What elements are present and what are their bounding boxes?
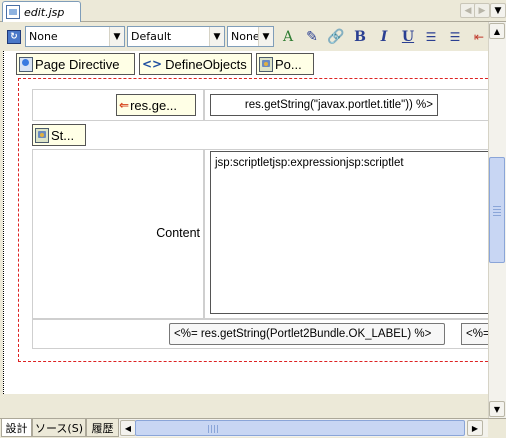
portlet-element-label: Po... <box>275 56 302 72</box>
content-textarea[interactable]: jsp:scriptletjsp:expressionjsp:scriptlet <box>210 151 492 314</box>
horizontal-scroll-thumb[interactable] <box>135 420 465 436</box>
jsp-file-icon <box>6 5 20 19</box>
font-family-select[interactable]: Default ▼ <box>127 26 225 47</box>
jsp-element-icon <box>35 127 49 143</box>
content-label: Content <box>156 226 200 240</box>
outdent-icon[interactable]: ⇤ <box>469 27 489 47</box>
scroll-left-icon[interactable]: ◀ <box>120 420 136 436</box>
resource-icon: ⇐ <box>119 98 130 112</box>
jsp-element-icon <box>259 56 273 72</box>
define-objects-button[interactable]: <> DefineObjects <box>139 53 252 75</box>
font-size-value: None <box>231 30 258 43</box>
canvas-footer <box>0 394 488 418</box>
ok-button-label: <%= res.getString(Portlet2Bundle.OK_LABE… <box>174 328 432 340</box>
numbered-list-icon[interactable]: ☰ <box>421 27 441 47</box>
bullet-list-icon[interactable]: ☰ <box>445 27 465 47</box>
resource-string-button[interactable]: ⇐ res.ge... <box>116 94 196 116</box>
bold-button[interactable]: B <box>350 27 370 47</box>
link-icon[interactable]: 🔗 <box>326 27 346 47</box>
page-directive-label: Page Directive <box>35 56 120 72</box>
scroll-right-icon[interactable]: ▶ <box>467 420 483 436</box>
next-expression-label: <%= <box>466 328 490 340</box>
tag-icon: <> <box>142 57 163 71</box>
text-color-icon[interactable]: A <box>278 27 298 47</box>
define-objects-label: DefineObjects <box>165 56 247 72</box>
tab-source[interactable]: ソース(S) <box>32 419 86 437</box>
tab-scroll-right-icon[interactable]: ▶ <box>474 3 490 18</box>
paragraph-style-select[interactable]: None ▼ <box>25 26 125 47</box>
editor-tab-edit-jsp[interactable]: edit.jsp <box>2 1 81 22</box>
refresh-view-icon[interactable]: ↻ <box>4 27 24 47</box>
editor-tab-label: edit.jsp <box>24 5 65 19</box>
italic-button[interactable]: I <box>374 27 394 47</box>
underline-button[interactable]: U <box>398 27 418 47</box>
title-expression-text: res.getString("javax.portlet.title")) %> <box>244 99 433 111</box>
design-canvas[interactable]: Page Directive <> DefineObjects Po... ⇐ … <box>3 51 498 394</box>
title-expression-box[interactable]: res.getString("javax.portlet.title")) %> <box>210 94 438 116</box>
font-size-select[interactable]: None ▼ <box>227 26 274 47</box>
ok-button[interactable]: <%= res.getString(Portlet2Bundle.OK_LABE… <box>169 323 445 345</box>
chevron-down-icon: ▼ <box>209 27 224 46</box>
tab-list-dropdown-icon[interactable]: ▼ <box>490 3 506 18</box>
vertical-scroll-thumb[interactable] <box>489 157 505 263</box>
scroll-down-icon[interactable]: ▼ <box>489 401 505 417</box>
chevron-down-icon: ▼ <box>258 27 273 46</box>
font-family-value: Default <box>131 30 172 43</box>
tab-design[interactable]: 設計 <box>1 419 32 437</box>
resource-string-label: res.ge... <box>130 97 178 113</box>
chevron-down-icon: ▼ <box>109 27 124 46</box>
page-directive-button[interactable]: Page Directive <box>16 53 135 75</box>
content-text: jsp:scriptletjsp:expressionjsp:scriptlet <box>215 157 404 169</box>
portlet-element-button[interactable]: Po... <box>256 53 314 75</box>
highlight-color-icon[interactable]: ✎ <box>302 27 322 47</box>
scriptlet-label: St... <box>51 127 75 143</box>
scriptlet-button[interactable]: St... <box>32 124 86 146</box>
tab-history[interactable]: 履歴 <box>86 419 119 437</box>
scroll-up-icon[interactable]: ▲ <box>489 23 505 39</box>
paragraph-style-value: None <box>29 30 58 43</box>
page-directive-icon <box>19 56 33 72</box>
